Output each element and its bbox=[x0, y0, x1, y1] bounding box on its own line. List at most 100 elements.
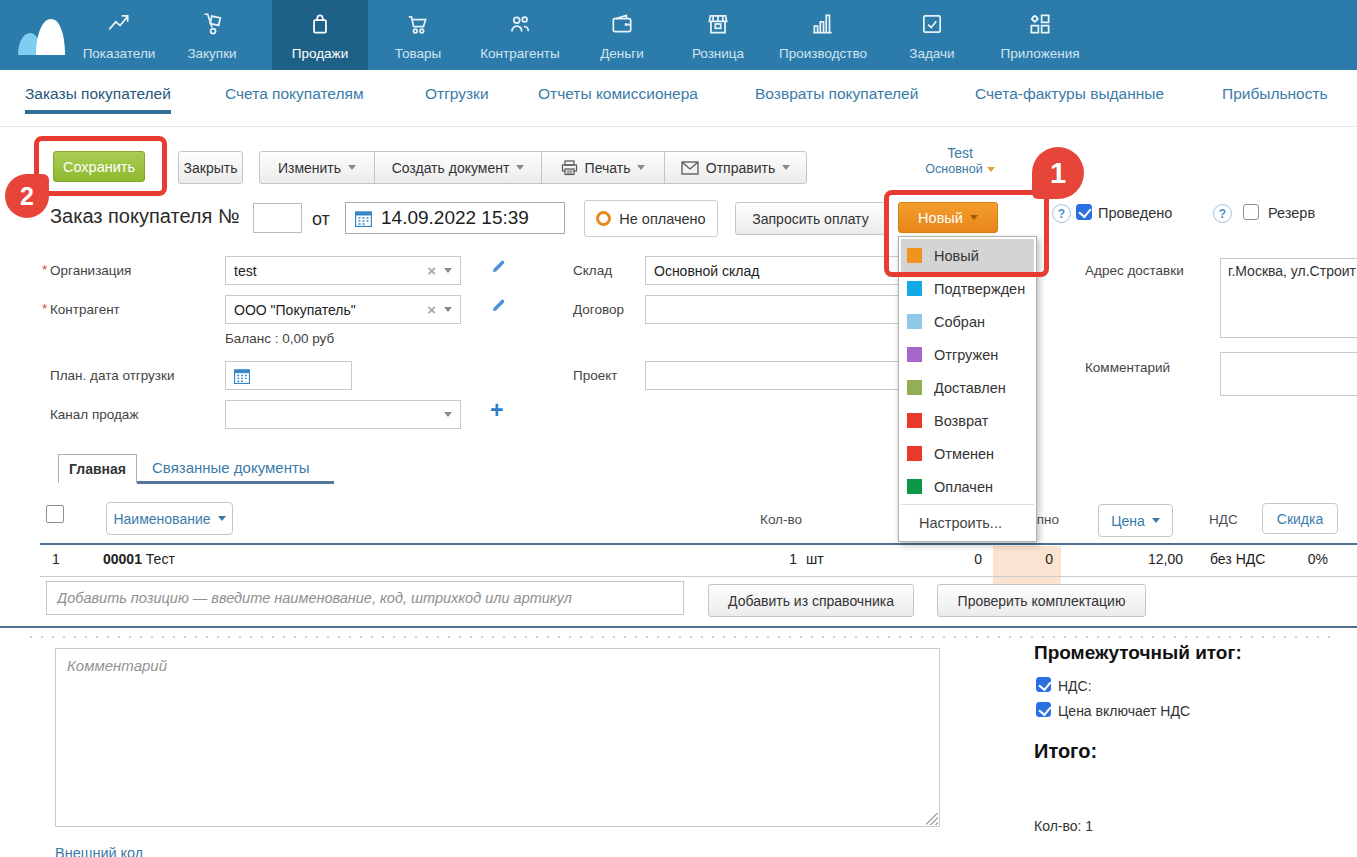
comment-input[interactable] bbox=[1220, 352, 1357, 396]
add-position-input[interactable] bbox=[46, 581, 684, 615]
tab-main[interactable]: Главная bbox=[58, 454, 137, 483]
order-datetime-value: 14.09.2022 15:39 bbox=[381, 207, 529, 229]
chevron-down-icon bbox=[516, 165, 524, 170]
send-button[interactable]: Отправить bbox=[664, 151, 807, 184]
close-button[interactable]: Закрыть bbox=[178, 151, 243, 184]
request-payment-button[interactable]: Запросить оплату bbox=[735, 202, 886, 235]
nav-item-sales[interactable]: Продажи bbox=[272, 0, 368, 70]
status-option-shipped[interactable]: Отгружен bbox=[901, 338, 1034, 371]
status-dropdown-menu: Новый Подтвержден Собран Отгружен Достав… bbox=[898, 236, 1037, 542]
sales-channel-input[interactable] bbox=[225, 400, 461, 429]
nav-item-purchases[interactable]: Закупки bbox=[172, 0, 252, 70]
nav-item-money[interactable]: Деньги bbox=[582, 0, 662, 70]
column-name-button[interactable]: Наименование bbox=[106, 502, 233, 535]
row-name[interactable]: 00001 Тест bbox=[103, 551, 175, 567]
tab-profitability[interactable]: Прибыльность bbox=[1222, 85, 1328, 103]
status-option-label: Возврат bbox=[934, 413, 988, 429]
section-tabs: Заказы покупателей Счета покупателям Отг… bbox=[0, 70, 1357, 127]
order-datetime-input[interactable]: 14.09.2022 15:39 bbox=[345, 202, 565, 234]
menu-separator bbox=[901, 504, 1034, 505]
status-color-swatch bbox=[907, 281, 922, 296]
order-comment-input[interactable] bbox=[55, 648, 940, 827]
account-selector[interactable]: Test Основной bbox=[900, 145, 1020, 176]
posted-checkbox[interactable] bbox=[1076, 204, 1092, 220]
status-option-delivered[interactable]: Доставлен bbox=[901, 371, 1034, 404]
ship-date-input[interactable] bbox=[225, 361, 352, 390]
people-icon bbox=[507, 11, 533, 37]
select-all-checkbox[interactable] bbox=[46, 505, 64, 523]
tab-customer-invoices[interactable]: Счета покупателям bbox=[225, 85, 364, 103]
counterparty-input[interactable]: ООО "Покупатель" × bbox=[225, 295, 461, 324]
nav-item-apps[interactable]: Приложения bbox=[988, 0, 1092, 70]
column-discount-button[interactable]: Скидка bbox=[1262, 503, 1338, 534]
chevron-down-icon[interactable] bbox=[444, 307, 452, 312]
edit-label: Изменить bbox=[278, 160, 341, 176]
nav-item-retail[interactable]: Розница bbox=[676, 0, 760, 70]
column-vat-label: НДС bbox=[1209, 512, 1238, 527]
status-configure-item[interactable]: Настроить... bbox=[901, 506, 1034, 539]
nav-item-goods[interactable]: Товары bbox=[378, 0, 458, 70]
chevron-down-icon[interactable] bbox=[444, 268, 452, 273]
create-document-button[interactable]: Создать документ bbox=[374, 151, 542, 184]
help-icon[interactable]: ? bbox=[1213, 204, 1232, 223]
send-label: Отправить bbox=[706, 160, 775, 176]
warehouse-input[interactable]: Основной склад bbox=[645, 256, 907, 285]
unpaid-ring-icon bbox=[596, 211, 611, 226]
print-button[interactable]: Печать bbox=[541, 151, 665, 184]
nav-item-tasks[interactable]: Задачи bbox=[892, 0, 972, 70]
tab-commissioner-reports[interactable]: Отчеты комиссионера bbox=[538, 85, 698, 103]
resize-grip[interactable] bbox=[926, 813, 938, 825]
contract-input[interactable] bbox=[645, 295, 907, 324]
row-qty[interactable]: 1 bbox=[747, 551, 797, 567]
row-available: 0 bbox=[1013, 551, 1053, 567]
status-color-swatch bbox=[907, 479, 922, 494]
required-mark: * bbox=[42, 301, 47, 316]
tab-customer-orders[interactable]: Заказы покупателей bbox=[25, 85, 171, 103]
edit-pencil-icon[interactable] bbox=[490, 258, 507, 275]
moysklad-logo[interactable] bbox=[13, 12, 75, 57]
row-discount[interactable]: 0% bbox=[1288, 551, 1328, 567]
payment-status: Не оплачено bbox=[584, 200, 718, 237]
tab-shipments[interactable]: Отгрузки bbox=[425, 85, 489, 103]
add-from-catalog-button[interactable]: Добавить из справочника bbox=[708, 584, 914, 617]
vat-label: НДС: bbox=[1058, 678, 1092, 694]
order-number-input[interactable] bbox=[253, 203, 302, 233]
tab-customer-returns[interactable]: Возвраты покупателей bbox=[755, 85, 918, 103]
delivery-address-input[interactable]: г.Москва, ул.Строит bbox=[1220, 258, 1357, 338]
project-input[interactable] bbox=[645, 361, 907, 390]
wallet-icon bbox=[609, 11, 635, 37]
external-code-link[interactable]: Внешний код bbox=[55, 845, 143, 857]
annotation-box-status bbox=[884, 190, 1049, 277]
price-includes-vat-checkbox[interactable] bbox=[1036, 702, 1051, 717]
status-option-return[interactable]: Возврат bbox=[901, 404, 1034, 437]
reserve-checkbox[interactable] bbox=[1243, 204, 1259, 220]
status-option-canceled[interactable]: Отменен bbox=[901, 437, 1034, 470]
nav-item-counterparties[interactable]: Контрагенты bbox=[465, 0, 575, 70]
table-header-line bbox=[40, 543, 1357, 545]
status-option-paid[interactable]: Оплачен bbox=[901, 470, 1034, 503]
status-option-assembled[interactable]: Собран bbox=[901, 305, 1034, 338]
subtotal-title: Промежуточный итог: bbox=[1034, 642, 1242, 664]
tab-issued-invoices[interactable]: Счета-фактуры выданные bbox=[975, 85, 1164, 103]
clear-icon[interactable]: × bbox=[427, 301, 436, 318]
status-option-label: Оплачен bbox=[934, 479, 993, 495]
row-price[interactable]: 12,00 bbox=[1123, 551, 1183, 567]
vat-checkbox[interactable] bbox=[1036, 677, 1051, 692]
tab-linked-documents[interactable]: Связанные документы bbox=[152, 459, 310, 476]
organization-input[interactable]: test × bbox=[225, 256, 461, 285]
annotation-box-save bbox=[34, 136, 167, 196]
nav-item-indicators[interactable]: Показатели bbox=[74, 0, 164, 70]
help-icon[interactable]: ? bbox=[1052, 204, 1071, 223]
check-kit-button[interactable]: Проверить комплектацию bbox=[937, 584, 1146, 617]
add-channel-button[interactable]: + bbox=[490, 400, 503, 420]
edit-pencil-icon[interactable] bbox=[490, 297, 507, 314]
warehouse-label: Склад bbox=[573, 263, 612, 278]
edit-button[interactable]: Изменить bbox=[259, 151, 375, 184]
clear-icon[interactable]: × bbox=[427, 262, 436, 279]
nav-item-production[interactable]: Производство bbox=[765, 0, 881, 70]
status-option-label: Собран bbox=[934, 314, 985, 330]
column-price-button[interactable]: Цена bbox=[1098, 504, 1173, 537]
row-vat[interactable]: без НДС bbox=[1210, 551, 1265, 567]
chevron-down-icon[interactable] bbox=[444, 412, 452, 417]
cart-icon bbox=[405, 11, 431, 37]
